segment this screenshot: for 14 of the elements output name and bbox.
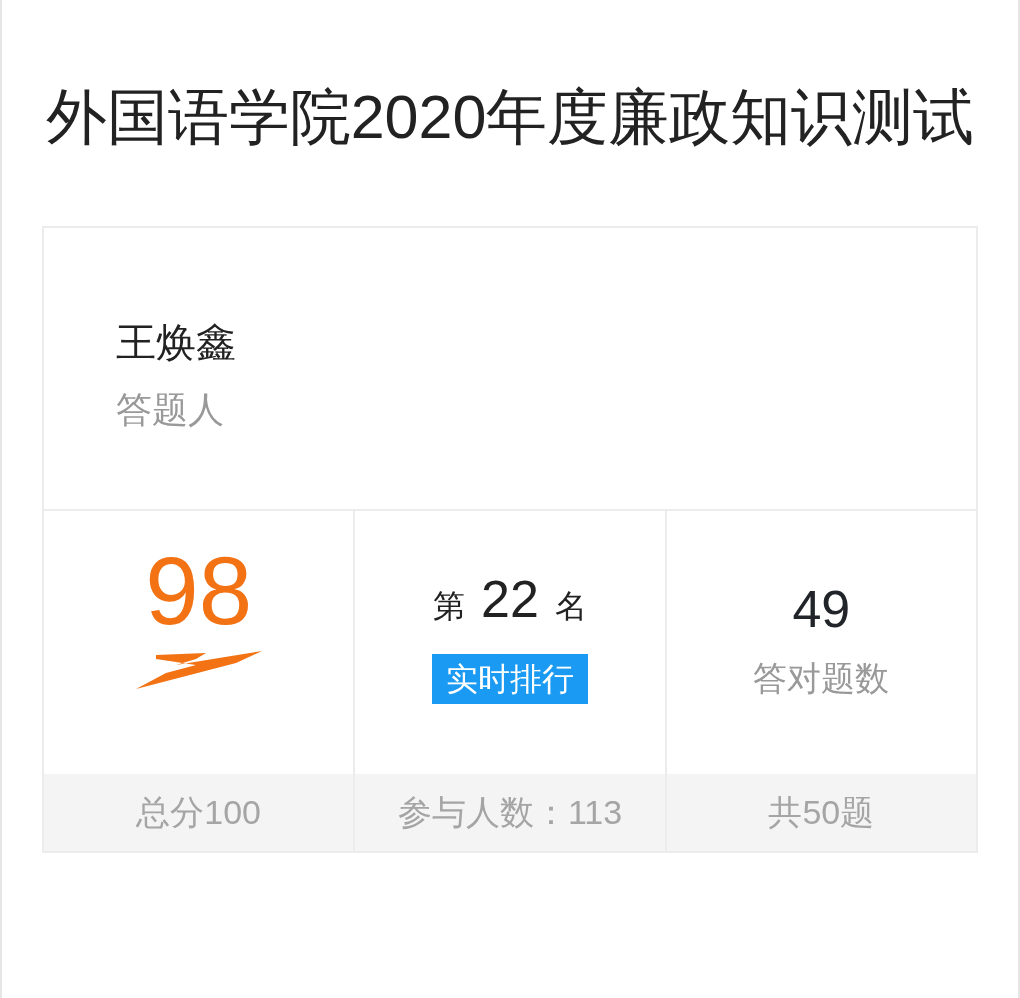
stat-footer: 参与人数：113 [355, 774, 665, 851]
live-ranking-button[interactable]: 实时排行 [432, 654, 588, 705]
stat-footer: 总分100 [44, 774, 354, 851]
score-value: 98 [145, 543, 253, 639]
rank-value: 22 [481, 573, 539, 625]
correct-count: 49 [792, 583, 851, 635]
stat-footer: 共50题 [666, 774, 976, 851]
page-title: 外国语学院2020年度廉政知识测试 [44, 82, 976, 153]
swoosh-icon [135, 649, 262, 689]
count-caption: 答对题数 [753, 658, 890, 699]
rank-suffix: 名 [554, 587, 587, 626]
rank-prefix: 第 [433, 587, 466, 626]
respondent-label: 答题人 [116, 388, 225, 432]
respondent-name: 王焕鑫 [116, 319, 237, 366]
